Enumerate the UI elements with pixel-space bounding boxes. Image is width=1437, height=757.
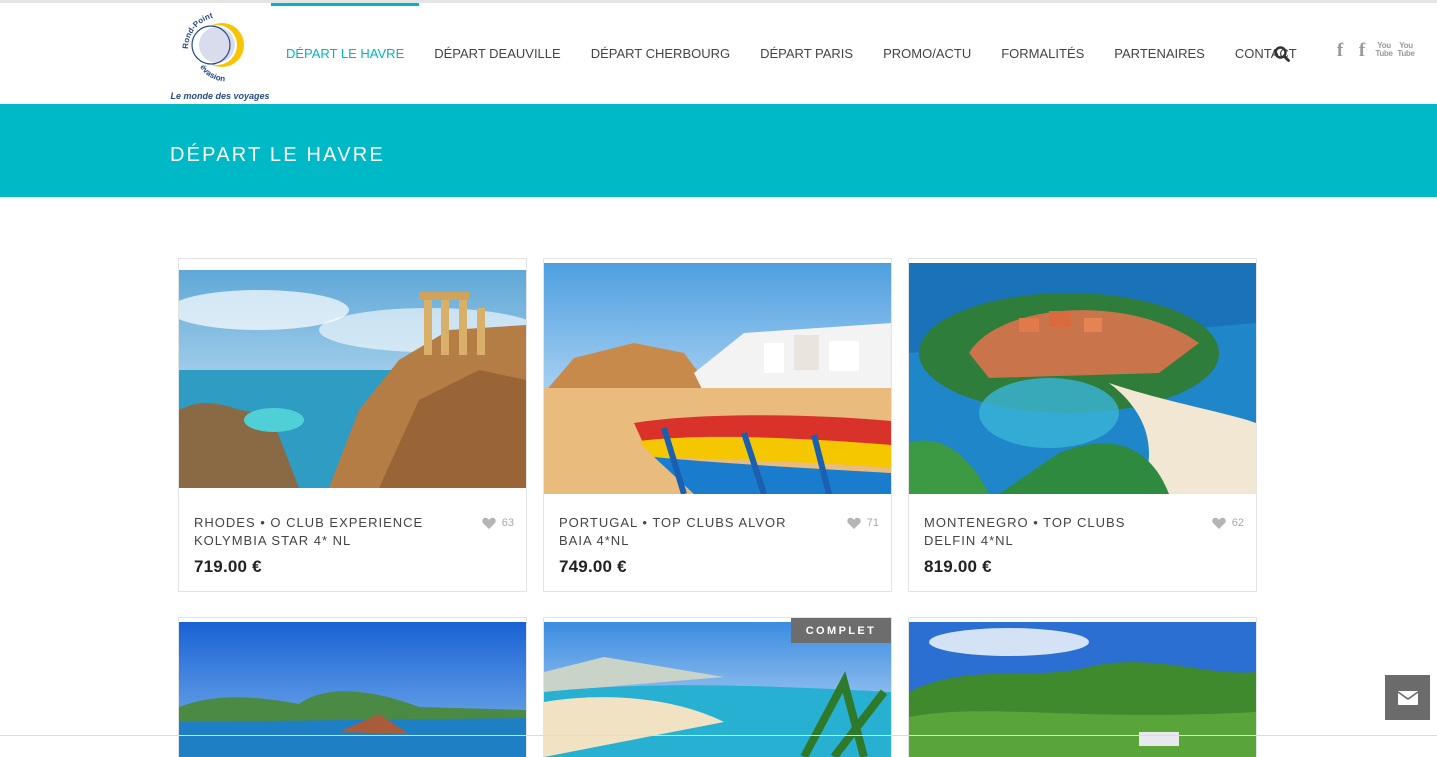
nav-depart-deauville[interactable]: DÉPART DEAUVILLE: [419, 3, 575, 104]
like-button[interactable]: 63: [482, 517, 514, 529]
logo-tagline: Le monde des voyages: [170, 91, 270, 101]
montenegro-island-photo[interactable]: [909, 263, 1256, 494]
facebook-icon[interactable]: f: [1354, 41, 1370, 60]
nav-depart-le-havre[interactable]: DÉPART LE HAVRE: [271, 3, 420, 104]
coastal-bay-photo[interactable]: [179, 622, 526, 757]
page-title-banner: DÉPART LE HAVRE: [0, 104, 1437, 197]
search-icon[interactable]: [1273, 45, 1291, 63]
product-card[interactable]: PORTUGAL • TOP CLUBS ALVOR BAIA 4*NL 71 …: [543, 258, 892, 592]
like-button[interactable]: 62: [1212, 517, 1244, 529]
product-card[interactable]: MONTENEGRO • TOP CLUBS DELFIN 4*NL 62 81…: [908, 258, 1257, 592]
product-price: 749.00 €: [559, 557, 627, 576]
viewport-divider: [0, 735, 1437, 736]
portugal-beach-boats-photo[interactable]: [544, 263, 891, 494]
site-header: Rond-Point évasion Le monde des voyages …: [0, 3, 1437, 104]
like-count: 62: [1231, 517, 1244, 529]
product-card[interactable]: RHODES • O CLUB EXPERIENCE KOLYMBIA STAR…: [178, 258, 527, 592]
site-logo[interactable]: Rond-Point évasion Le monde des voyages: [170, 5, 270, 101]
product-card[interactable]: COMPLET: [543, 617, 892, 757]
envelope-icon: [1397, 690, 1418, 705]
heart-icon: [1212, 517, 1226, 529]
product-title[interactable]: MONTENEGRO • TOP CLUBS DELFIN 4*NL: [924, 514, 1164, 550]
logo-emblem: Rond-Point évasion: [181, 11, 244, 83]
nav-partenaires[interactable]: PARTENAIRES: [1099, 3, 1220, 104]
page-title: DÉPART LE HAVRE: [170, 144, 385, 166]
youtube-icon[interactable]: You Tube: [1375, 41, 1393, 59]
product-card[interactable]: [178, 617, 527, 757]
product-card[interactable]: [908, 617, 1257, 757]
heart-icon: [482, 517, 496, 529]
forest-hills-photo[interactable]: [909, 622, 1256, 757]
nav-contact[interactable]: CONTACT: [1220, 3, 1312, 104]
like-button[interactable]: 71: [847, 517, 879, 529]
status-badge: COMPLET: [791, 618, 891, 643]
product-title[interactable]: PORTUGAL • TOP CLUBS ALVOR BAIA 4*NL: [559, 514, 799, 550]
product-title[interactable]: RHODES • O CLUB EXPERIENCE KOLYMBIA STAR…: [194, 514, 434, 550]
nav-depart-cherbourg[interactable]: DÉPART CHERBOURG: [576, 3, 745, 104]
heart-icon: [847, 517, 861, 529]
contact-widget-button[interactable]: [1385, 675, 1430, 720]
facebook-icon[interactable]: f: [1332, 41, 1348, 60]
rhodes-acropolis-photo[interactable]: [179, 270, 526, 488]
product-price: 819.00 €: [924, 557, 992, 576]
product-price: 719.00 €: [194, 557, 262, 576]
main-nav: DÉPART LE HAVRE DÉPART DEAUVILLE DÉPART …: [271, 3, 1312, 104]
like-count: 63: [501, 517, 514, 529]
nav-depart-paris[interactable]: DÉPART PARIS: [745, 3, 868, 104]
nav-formalites[interactable]: FORMALITÉS: [986, 3, 1099, 104]
youtube-icon[interactable]: You Tube: [1397, 41, 1415, 59]
like-count: 71: [866, 517, 879, 529]
nav-promo-actu[interactable]: PROMO/ACTU: [868, 3, 986, 104]
